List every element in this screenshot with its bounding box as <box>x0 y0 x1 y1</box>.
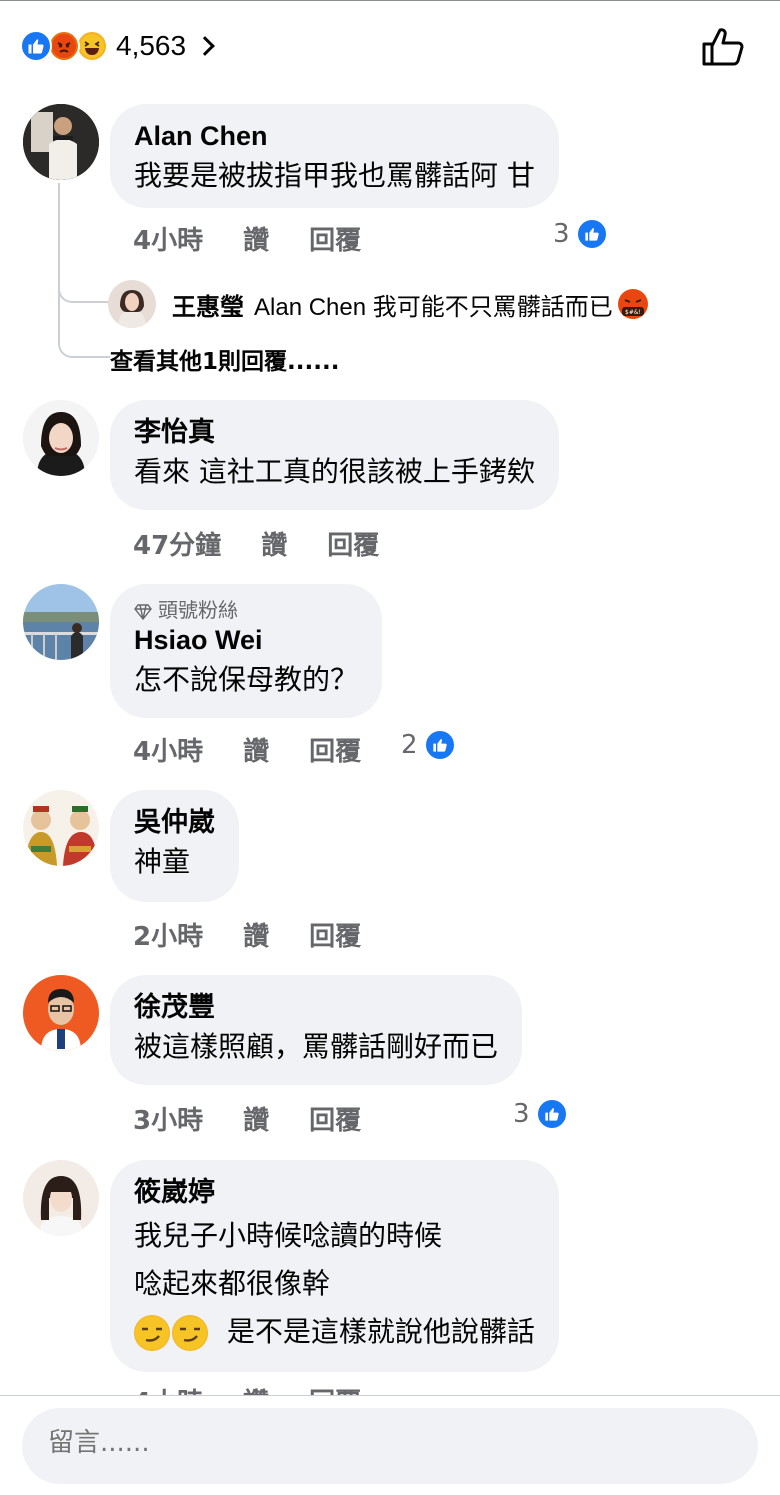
like-outline-icon[interactable] <box>700 24 746 68</box>
reaction-count: 4,563 <box>116 30 187 61</box>
like-count: 3 <box>553 219 570 249</box>
comment-meta: 4小時 讚 回覆 <box>133 731 401 768</box>
reply-button[interactable]: 回覆 <box>309 220 361 257</box>
comment-text: 我要是被拔指甲我也罵髒話阿 甘 <box>134 159 535 192</box>
comment-text-line-with-emoji: 是不是這樣就說他說髒話 <box>134 1310 535 1354</box>
comment-like-count[interactable]: 3 <box>553 218 648 250</box>
view-more-replies[interactable]: 查看其他1則回覆...... <box>110 342 339 376</box>
comment-author[interactable]: 李怡真 <box>134 414 535 450</box>
avatar[interactable] <box>23 790 99 866</box>
like-count: 2 <box>401 730 418 760</box>
smirk-emoji-icon <box>172 1315 208 1351</box>
comment-composer[interactable] <box>22 1408 758 1484</box>
comment-meta: 4小時 讚 回覆 <box>133 1382 401 1396</box>
reply-author[interactable]: 王惠瑩 <box>172 287 244 322</box>
comment-meta: 2小時 讚 回覆 <box>133 916 401 953</box>
like-badge-icon <box>575 218 608 250</box>
comment-time[interactable]: 4小時 <box>133 1382 203 1396</box>
thread-line <box>58 290 110 358</box>
composer-divider <box>0 1395 780 1396</box>
comment-bubble[interactable]: 李怡真 看來 這社工真的很該被上手銬欸 <box>110 400 559 510</box>
reply-button[interactable]: 回覆 <box>327 525 379 562</box>
avatar[interactable] <box>108 280 156 328</box>
chevron-right-icon <box>195 36 215 56</box>
comment-time[interactable]: 2小時 <box>133 916 203 953</box>
comment-meta: 47分鐘 讚 回覆 <box>133 525 419 562</box>
svg-text:$#&!: $#&! <box>625 309 641 316</box>
comment-bubble[interactable]: 筱崴婷 我兒子小時候唸讀的時候 唸起來都很像幹 是不是這樣就說他說髒話 <box>110 1160 559 1372</box>
avatar[interactable] <box>23 400 99 476</box>
smirk-emoji-icon <box>134 1315 170 1351</box>
comment-time[interactable]: 4小時 <box>133 220 203 257</box>
like-button[interactable]: 讚 <box>261 525 287 562</box>
angry-symbols-emoji-icon: $#&! <box>617 288 649 320</box>
comment-time[interactable]: 3小時 <box>133 1100 203 1137</box>
diamond-icon <box>134 603 152 620</box>
reply-button[interactable]: 回覆 <box>309 916 361 953</box>
comment-author[interactable]: 吳仲崴 <box>134 804 215 840</box>
like-count: 3 <box>513 1099 530 1129</box>
reply-text: Alan Chen 我可能不只罵髒話而已 <box>254 293 613 321</box>
top-fan-badge: 頭號粉絲 <box>134 598 358 622</box>
like-button[interactable]: 讚 <box>243 1100 269 1137</box>
reply-item: 王惠瑩 Alan Chen 我可能不只罵髒話而已 $#&! <box>108 280 649 328</box>
comment-author[interactable]: 徐茂豐 <box>134 989 498 1025</box>
like-reaction-icon <box>20 30 52 62</box>
like-button[interactable]: 讚 <box>243 916 269 953</box>
comment-text: 看來 這社工真的很該被上手銬欸 <box>134 455 535 488</box>
avatar[interactable] <box>23 975 99 1051</box>
like-badge-icon <box>423 729 456 761</box>
thread-line <box>58 183 110 303</box>
comment-time[interactable]: 47分鐘 <box>133 525 221 562</box>
comment-input[interactable] <box>48 1428 708 1458</box>
reactions-summary[interactable]: 4,563 <box>20 28 215 64</box>
comment-text-line: 我兒子小時候唸讀的時候 <box>134 1219 443 1252</box>
comment-author[interactable]: 筱崴婷 <box>134 1174 535 1210</box>
top-fan-label: 頭號粉絲 <box>158 598 238 622</box>
comment-text: 被這樣照顧，罵髒話剛好而已 <box>134 1030 499 1063</box>
reply-button[interactable]: 回覆 <box>309 1382 361 1396</box>
like-button[interactable]: 讚 <box>243 220 269 257</box>
comment-meta: 4小時 讚 回覆 <box>133 220 401 257</box>
avatar[interactable] <box>23 104 99 180</box>
comment-bubble[interactable]: 頭號粉絲 Hsiao Wei 怎不說保母教的？ <box>110 584 383 718</box>
avatar[interactable] <box>23 1160 99 1236</box>
comment-text: 怎不說保母教的？ <box>134 663 359 696</box>
avatar[interactable] <box>23 584 99 660</box>
angry-reaction-icon <box>48 30 80 62</box>
comment-text-line: 唸起來都很像幹 <box>134 1267 331 1300</box>
comment-text: 是不是這樣就說他說髒話 <box>226 1315 535 1348</box>
haha-reaction-icon <box>76 30 108 62</box>
comment-bubble[interactable]: Alan Chen 我要是被拔指甲我也罵髒話阿 甘 <box>110 104 559 208</box>
reply-button[interactable]: 回覆 <box>309 1100 361 1137</box>
like-button[interactable]: 讚 <box>243 1382 269 1396</box>
comment-meta: 3小時 讚 回覆 <box>133 1100 401 1137</box>
reactions-header: 4,563 <box>0 0 780 92</box>
comment-text: 神童 <box>134 845 191 878</box>
comment-author[interactable]: Hsiao Wei <box>134 622 358 658</box>
comment-bubble[interactable]: 徐茂豐 被這樣照顧，罵髒話剛好而已 <box>110 975 523 1085</box>
reply-button[interactable]: 回覆 <box>309 731 361 768</box>
comment-time[interactable]: 4小時 <box>133 731 203 768</box>
comment-author[interactable]: Alan Chen <box>134 118 535 154</box>
comment-like-count[interactable]: 3 <box>513 1098 608 1130</box>
like-button[interactable]: 讚 <box>243 731 269 768</box>
comment-bubble[interactable]: 吳仲崴 神童 <box>110 790 239 902</box>
like-badge-icon <box>535 1098 568 1130</box>
comment-like-count[interactable]: 2 <box>401 729 496 761</box>
